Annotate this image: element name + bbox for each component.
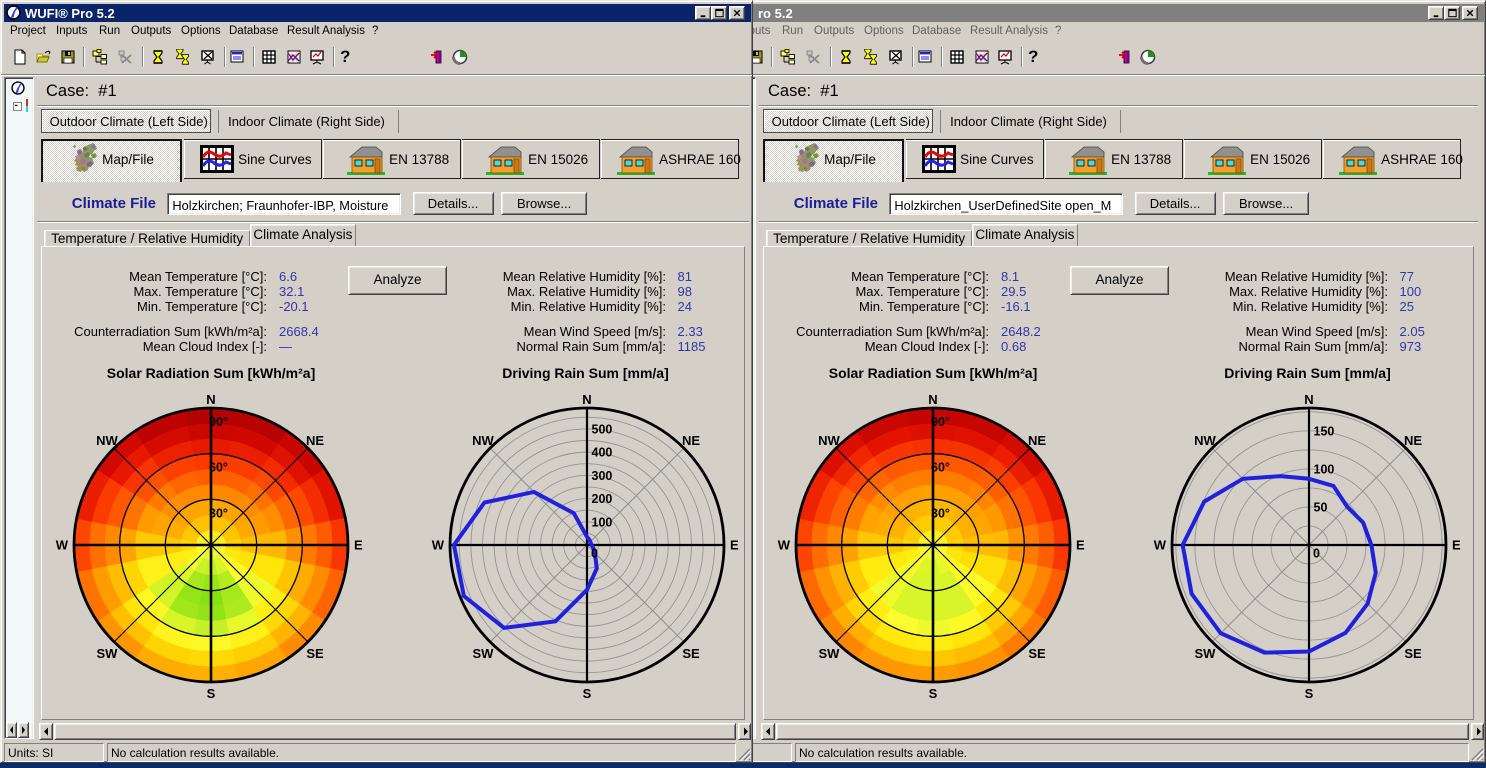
svg-text:SW: SW [819,646,841,661]
svg-text:S: S [1304,686,1313,701]
svg-text:E: E [730,538,739,553]
svg-text:30°: 30° [931,506,950,520]
svg-text:100: 100 [591,515,612,529]
svg-text:150: 150 [1313,424,1334,438]
svg-text:W: W [778,538,791,553]
svg-text:SE: SE [682,646,700,661]
svg-text:NW: NW [96,433,118,448]
svg-text:60°: 60° [931,461,950,475]
svg-text:NW: NW [1194,433,1216,448]
svg-text:90°: 90° [931,415,950,429]
svg-text:N: N [928,392,937,407]
svg-text:N: N [582,392,591,407]
svg-text:SW: SW [97,646,119,661]
svg-text:200: 200 [591,492,612,506]
svg-text:S: S [929,686,938,701]
svg-text:100: 100 [1313,462,1334,476]
svg-text:NW: NW [472,433,494,448]
svg-text:NW: NW [818,433,840,448]
svg-text:NE: NE [306,433,324,448]
svg-text:W: W [1153,538,1166,553]
svg-text:W: W [431,538,444,553]
svg-text:W: W [56,538,69,553]
svg-text:SW: SW [1194,646,1216,661]
svg-text:60°: 60° [209,461,228,475]
svg-text:400: 400 [591,446,612,460]
svg-text:50: 50 [1313,500,1327,514]
svg-text:SE: SE [1404,646,1422,661]
svg-text:NE: NE [681,433,699,448]
svg-text:500: 500 [591,422,612,436]
svg-text:SE: SE [306,646,324,661]
svg-text:N: N [206,392,215,407]
svg-text:0: 0 [1313,547,1320,561]
svg-text:E: E [1452,538,1461,553]
svg-text:S: S [207,686,216,701]
svg-text:30°: 30° [209,506,228,520]
svg-text:E: E [1076,538,1085,553]
svg-text:SW: SW [472,646,494,661]
svg-text:NE: NE [1028,433,1046,448]
svg-text:NE: NE [1403,433,1421,448]
svg-text:S: S [582,686,591,701]
svg-text:SE: SE [1028,646,1046,661]
svg-text:N: N [1304,392,1313,407]
svg-text:90°: 90° [209,415,228,429]
svg-text:0: 0 [591,547,598,561]
svg-text:300: 300 [591,469,612,483]
svg-text:E: E [354,538,363,553]
